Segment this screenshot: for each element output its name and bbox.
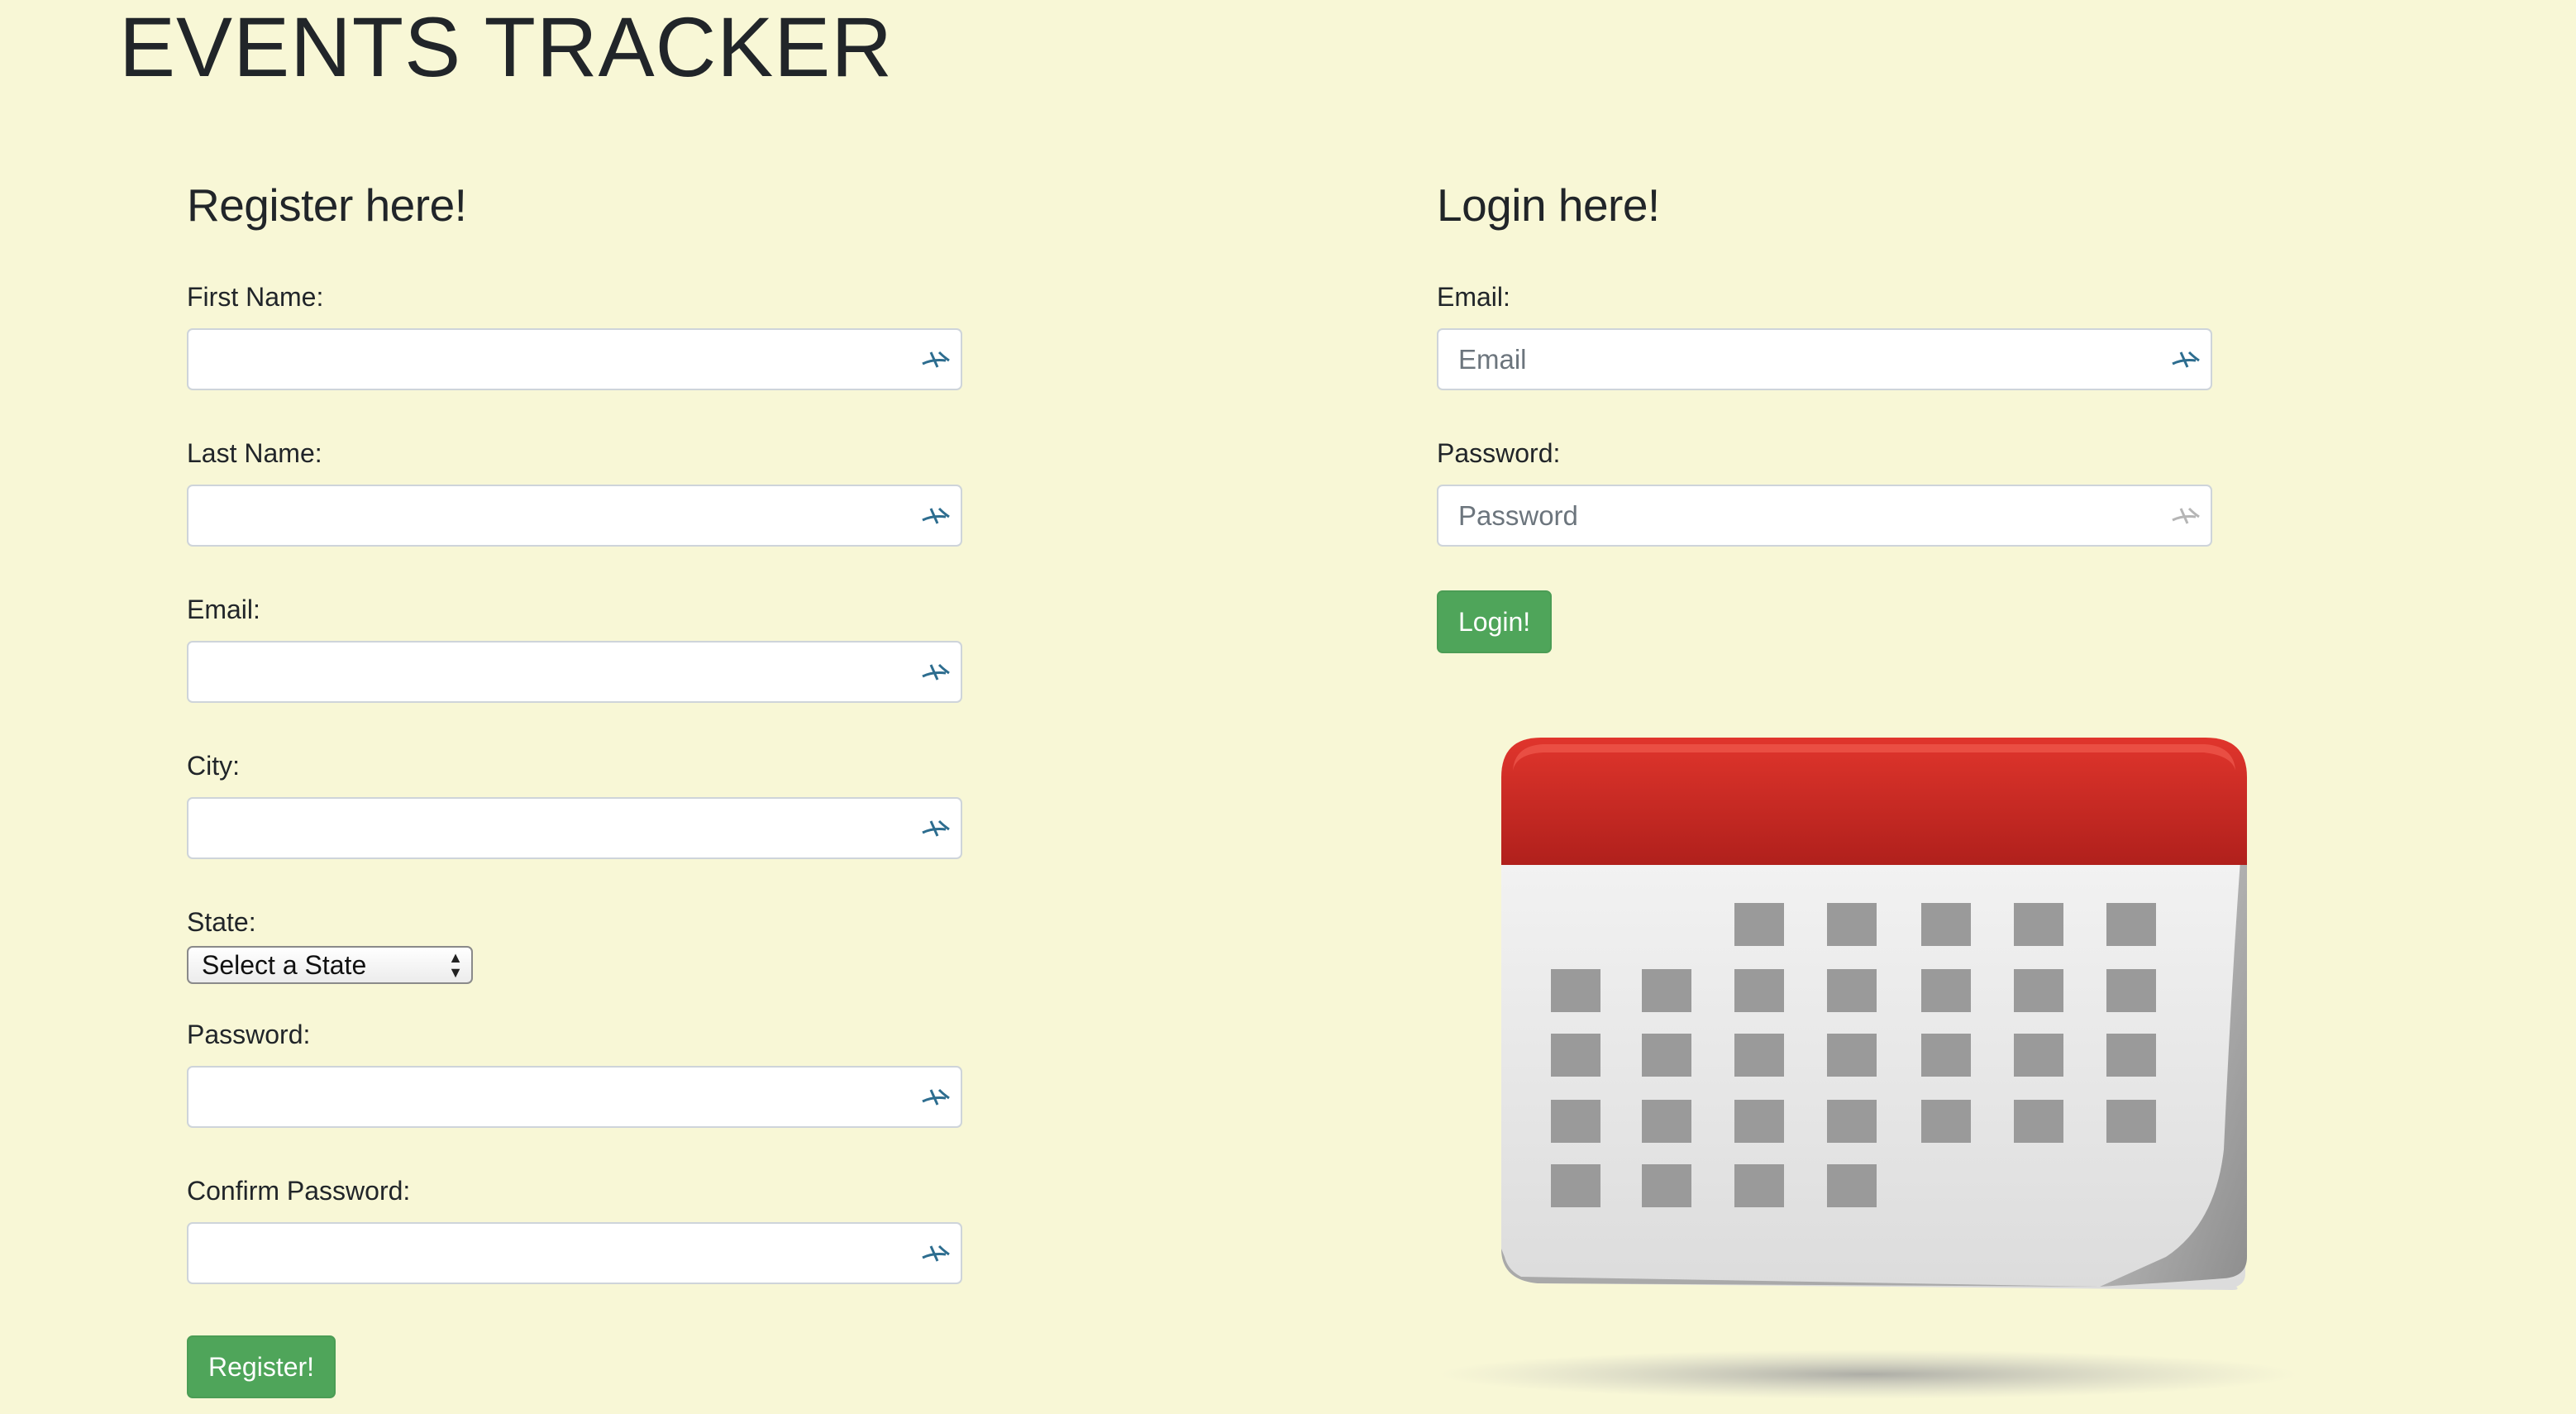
confirm-password-input[interactable] [187,1222,962,1284]
calendar-day [1734,969,1784,1012]
calendar-day [2106,903,2156,946]
calendar-day [1827,1164,1877,1207]
calendar-day [1921,903,1971,946]
register-email-input-wrap [187,641,962,703]
calendar-day [1642,1100,1691,1143]
calendar-day [1642,969,1691,1012]
calendar-day [1734,903,1784,946]
calendar-day [2106,969,2156,1012]
calendar-day [1827,969,1877,1012]
state-field: State: Select a State ▲ ▼ [187,906,964,984]
register-heading: Register here! [187,179,467,231]
register-button[interactable]: Register! [187,1335,336,1398]
autofill-icon[interactable] [918,342,954,375]
login-password-input[interactable] [1437,485,2212,547]
register-email-label: Email: [187,595,260,624]
first-name-input[interactable] [187,328,962,390]
last-name-input-wrap [187,485,962,547]
register-password-input-wrap [187,1066,962,1128]
city-input[interactable] [187,797,962,859]
register-email-input[interactable] [187,641,962,703]
confirm-password-input-wrap [187,1222,962,1284]
login-email-input[interactable] [1437,328,2212,390]
city-field: City: [187,750,964,859]
first-name-input-wrap [187,328,962,390]
calendar-day [1734,1100,1784,1143]
calendar-header [1501,738,2247,865]
calendar-day [1827,1034,1877,1077]
calendar-icon [1438,738,2298,1399]
autofill-icon[interactable] [2168,342,2204,375]
calendar-day [2014,1100,2063,1143]
login-password-input-wrap [1437,485,2212,547]
calendar-day [1551,1100,1600,1143]
calendar-day [1551,969,1600,1012]
calendar-day [1827,1100,1877,1143]
calendar-day [1734,1034,1784,1077]
select-arrows-icon: ▲ ▼ [448,949,463,981]
login-password-field: Password: [1437,437,2230,547]
calendar-day [1921,1100,1971,1143]
city-input-wrap [187,797,962,859]
login-email-input-wrap [1437,328,2212,390]
last-name-field: Last Name: [187,437,964,547]
autofill-icon[interactable] [918,1080,954,1113]
last-name-label: Last Name: [187,438,322,468]
register-form: Register here! First Name: Last Name: Em… [187,177,964,1398]
calendar-day [2106,1100,2156,1143]
autofill-icon[interactable] [918,811,954,844]
calendar-day [1551,1164,1600,1207]
calendar-day [1551,1034,1600,1077]
calendar-day [1734,1164,1784,1207]
calendar-day [1642,1034,1691,1077]
state-select-value: Select a State [202,950,367,980]
calendar-day [1642,1164,1691,1207]
state-label: State: [187,907,256,937]
first-name-field: First Name: [187,281,964,390]
calendar-day [2014,903,2063,946]
calendar-day [2106,1034,2156,1077]
calendar-day [1921,969,1971,1012]
confirm-password-label: Confirm Password: [187,1176,411,1206]
register-password-input[interactable] [187,1066,962,1128]
calendar-day [2014,969,2063,1012]
app-title: EVENTS TRACKER [119,0,893,94]
autofill-icon[interactable] [2168,499,2204,532]
register-email-field: Email: [187,594,964,703]
autofill-icon[interactable] [918,1236,954,1269]
autofill-icon[interactable] [918,499,954,532]
city-label: City: [187,751,240,781]
register-password-label: Password: [187,1020,311,1049]
calendar-shadow [1438,1350,2298,1399]
confirm-password-field: Confirm Password: [187,1175,964,1284]
register-password-field: Password: [187,1019,964,1128]
login-form: Login here! Email: Password: Login! [1437,177,2230,653]
login-heading: Login here! [1437,179,1660,231]
login-email-label: Email: [1437,282,1510,312]
login-button[interactable]: Login! [1437,590,1553,653]
last-name-input[interactable] [187,485,962,547]
first-name-label: First Name: [187,282,324,312]
state-select[interactable]: Select a State ▲ ▼ [187,946,473,984]
calendar-day [2014,1034,2063,1077]
login-password-label: Password: [1437,438,1561,468]
login-email-field: Email: [1437,281,2230,390]
calendar-day [1827,903,1877,946]
calendar-day [1921,1034,1971,1077]
autofill-icon[interactable] [918,655,954,688]
